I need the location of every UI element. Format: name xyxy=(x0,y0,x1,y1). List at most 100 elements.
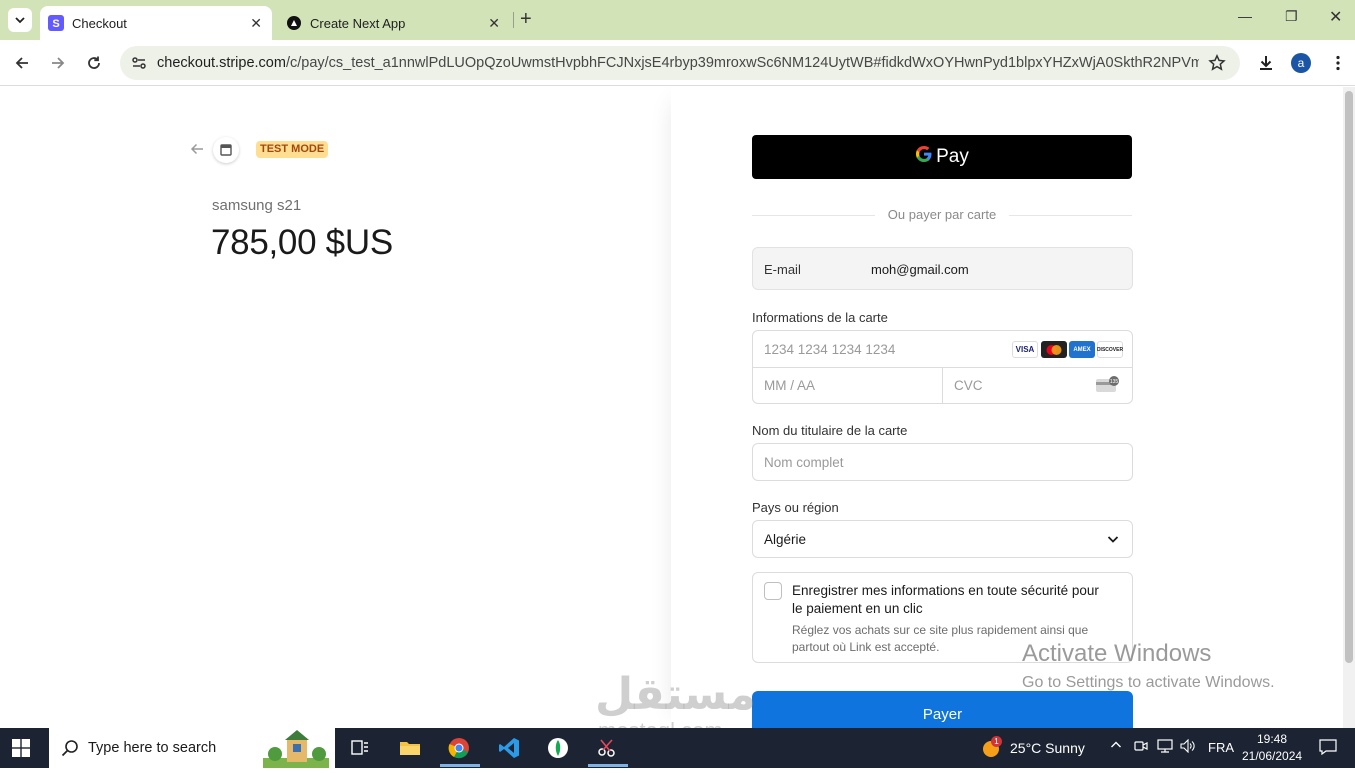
tab-checkout[interactable]: S Checkout ✕ xyxy=(40,6,272,40)
save-info-checkbox[interactable] xyxy=(764,582,782,600)
file-explorer-icon[interactable] xyxy=(398,736,422,760)
tab-title: Checkout xyxy=(72,15,127,31)
snipping-active-indicator xyxy=(588,764,628,767)
watermark-arabic: مستقل xyxy=(595,670,756,719)
google-g-icon xyxy=(915,145,933,169)
product-name: samsung s21 xyxy=(212,197,302,214)
input-language[interactable]: FRA xyxy=(1208,740,1234,755)
pay-button[interactable]: Payer xyxy=(752,691,1133,728)
card-info-label: Informations de la carte xyxy=(752,310,888,325)
restore-icon[interactable]: ❐ xyxy=(1285,8,1298,25)
reload-icon xyxy=(88,56,100,69)
url-text: checkout.stripe.com/c/pay/cs_test_a1nnwl… xyxy=(157,55,1199,71)
weather-text[interactable]: 25°C Sunny xyxy=(1010,740,1085,756)
expiry-placeholder: MM / AA xyxy=(764,378,816,393)
reload-button[interactable] xyxy=(83,52,105,74)
forward-button[interactable] xyxy=(47,52,69,74)
cardholder-label: Nom du titulaire de la carte xyxy=(752,423,908,438)
expiry-input[interactable]: MM / AA xyxy=(753,368,942,404)
profile-avatar[interactable]: a xyxy=(1291,53,1311,73)
chrome-active-indicator xyxy=(440,764,480,767)
mastercard-icon xyxy=(1041,341,1067,358)
cvc-card-icon: 135 xyxy=(1095,376,1121,399)
downloads-button[interactable] xyxy=(1255,52,1277,74)
url-path: /c/pay/cs_test_a1nnwlPdLUOpQzoUwmstHvpbh… xyxy=(285,55,1199,71)
notifications-icon[interactable] xyxy=(1319,739,1337,758)
card-info-group: 1234 1234 1234 1234 VISA AMEX DISCOVER M… xyxy=(752,330,1133,404)
browser-menu-button[interactable] xyxy=(1327,52,1349,74)
search-icon xyxy=(61,739,79,762)
close-tab-icon[interactable]: ✕ xyxy=(250,15,262,32)
taskbar-search-box[interactable]: Type here to search xyxy=(49,728,335,768)
task-view-icon[interactable] xyxy=(348,736,372,760)
meet-now-icon[interactable] xyxy=(1134,739,1148,756)
cvc-input[interactable]: CVC 135 xyxy=(943,368,1133,404)
country-label: Pays ou région xyxy=(752,500,839,515)
amex-icon: AMEX xyxy=(1069,341,1095,358)
stripe-icon: S xyxy=(48,15,64,31)
site-info-icon[interactable] xyxy=(130,54,148,77)
chevron-down-icon xyxy=(1106,532,1120,551)
google-pay-label: Pay xyxy=(936,146,969,167)
browser-tab-strip: S Checkout ✕ Create Next App ✕ + — ❐ ✕ xyxy=(0,0,1355,40)
email-value: moh@gmail.com xyxy=(871,262,969,277)
bookmark-star-icon[interactable] xyxy=(1208,53,1226,77)
tab-create-next-app[interactable]: Create Next App ✕ xyxy=(278,6,510,40)
activate-subtitle: Go to Settings to activate Windows. xyxy=(1022,674,1275,691)
scrollbar-thumb[interactable] xyxy=(1345,91,1353,663)
kebab-menu-icon xyxy=(1336,55,1340,71)
mongodb-compass-icon[interactable] xyxy=(546,736,570,760)
country-select[interactable]: Algérie xyxy=(752,520,1133,558)
address-bar[interactable]: checkout.stripe.com/c/pay/cs_test_a1nnwl… xyxy=(120,46,1240,80)
card-number-placeholder: 1234 1234 1234 1234 xyxy=(764,342,896,357)
visa-icon: VISA xyxy=(1012,341,1038,358)
network-icon[interactable] xyxy=(1157,739,1173,756)
or-divider: Ou payer par carte xyxy=(752,207,1132,222)
product-price: 785,00 $US xyxy=(211,223,393,262)
arrow-right-icon xyxy=(52,57,65,69)
test-mode-badge: TEST MODE xyxy=(256,141,329,158)
search-highlight-image xyxy=(263,730,329,773)
back-button[interactable] xyxy=(11,52,33,74)
email-field[interactable]: E-mail moh@gmail.com xyxy=(752,247,1133,290)
arrow-left-icon xyxy=(15,57,28,69)
country-value: Algérie xyxy=(764,532,807,547)
activate-windows-notice: Activate Windows Go to Settings to activ… xyxy=(1022,640,1275,692)
tab-title: Create Next App xyxy=(310,15,406,31)
back-arrow-icon[interactable] xyxy=(190,142,204,161)
url-host: checkout.stripe.com xyxy=(157,55,286,71)
email-label: E-mail xyxy=(764,262,801,277)
google-pay-button[interactable]: Pay xyxy=(752,135,1132,179)
cardholder-placeholder: Nom complet xyxy=(764,455,844,470)
windows-taskbar: Type here to search 1 25°C Sunny FRA 19:… xyxy=(0,728,1355,768)
weather-badge: 1 xyxy=(991,736,1002,747)
svg-text:S: S xyxy=(52,18,59,30)
chrome-icon[interactable] xyxy=(447,736,471,760)
cardholder-name-input[interactable]: Nom complet xyxy=(752,443,1133,481)
clock-time[interactable]: 19:48 xyxy=(1257,732,1287,746)
payment-panel: Pay Ou payer par carte E-mail moh@gmail.… xyxy=(671,87,1343,728)
tab-search-button[interactable] xyxy=(8,8,32,32)
page-scrollbar[interactable] xyxy=(1343,87,1355,728)
new-tab-button[interactable]: + xyxy=(520,8,532,31)
close-window-icon[interactable]: ✕ xyxy=(1329,7,1342,27)
tab-separator xyxy=(513,12,514,28)
vscode-icon[interactable] xyxy=(497,736,521,760)
download-icon xyxy=(1260,56,1272,70)
search-placeholder: Type here to search xyxy=(88,740,217,756)
svg-text:135: 135 xyxy=(1110,379,1119,385)
checkout-page: TEST MODE samsung s21 785,00 $US Pay Ou … xyxy=(0,87,1343,728)
volume-icon[interactable] xyxy=(1180,738,1196,756)
activate-title: Activate Windows xyxy=(1022,640,1212,667)
nextjs-icon xyxy=(286,15,302,31)
windows-start-icon[interactable] xyxy=(12,739,30,762)
card-number-input[interactable]: 1234 1234 1234 1234 VISA AMEX DISCOVER xyxy=(753,331,1132,368)
clock-date[interactable]: 21/06/2024 xyxy=(1242,749,1302,763)
snipping-tool-icon[interactable] xyxy=(595,736,619,760)
browser-toolbar: checkout.stripe.com/c/pay/cs_test_a1nnwl… xyxy=(0,40,1355,86)
close-tab-icon[interactable]: ✕ xyxy=(488,15,500,32)
discover-icon: DISCOVER xyxy=(1097,341,1123,358)
cvc-placeholder: CVC xyxy=(954,378,983,393)
chevron-up-icon[interactable] xyxy=(1110,739,1122,754)
minimize-icon[interactable]: — xyxy=(1238,8,1252,24)
